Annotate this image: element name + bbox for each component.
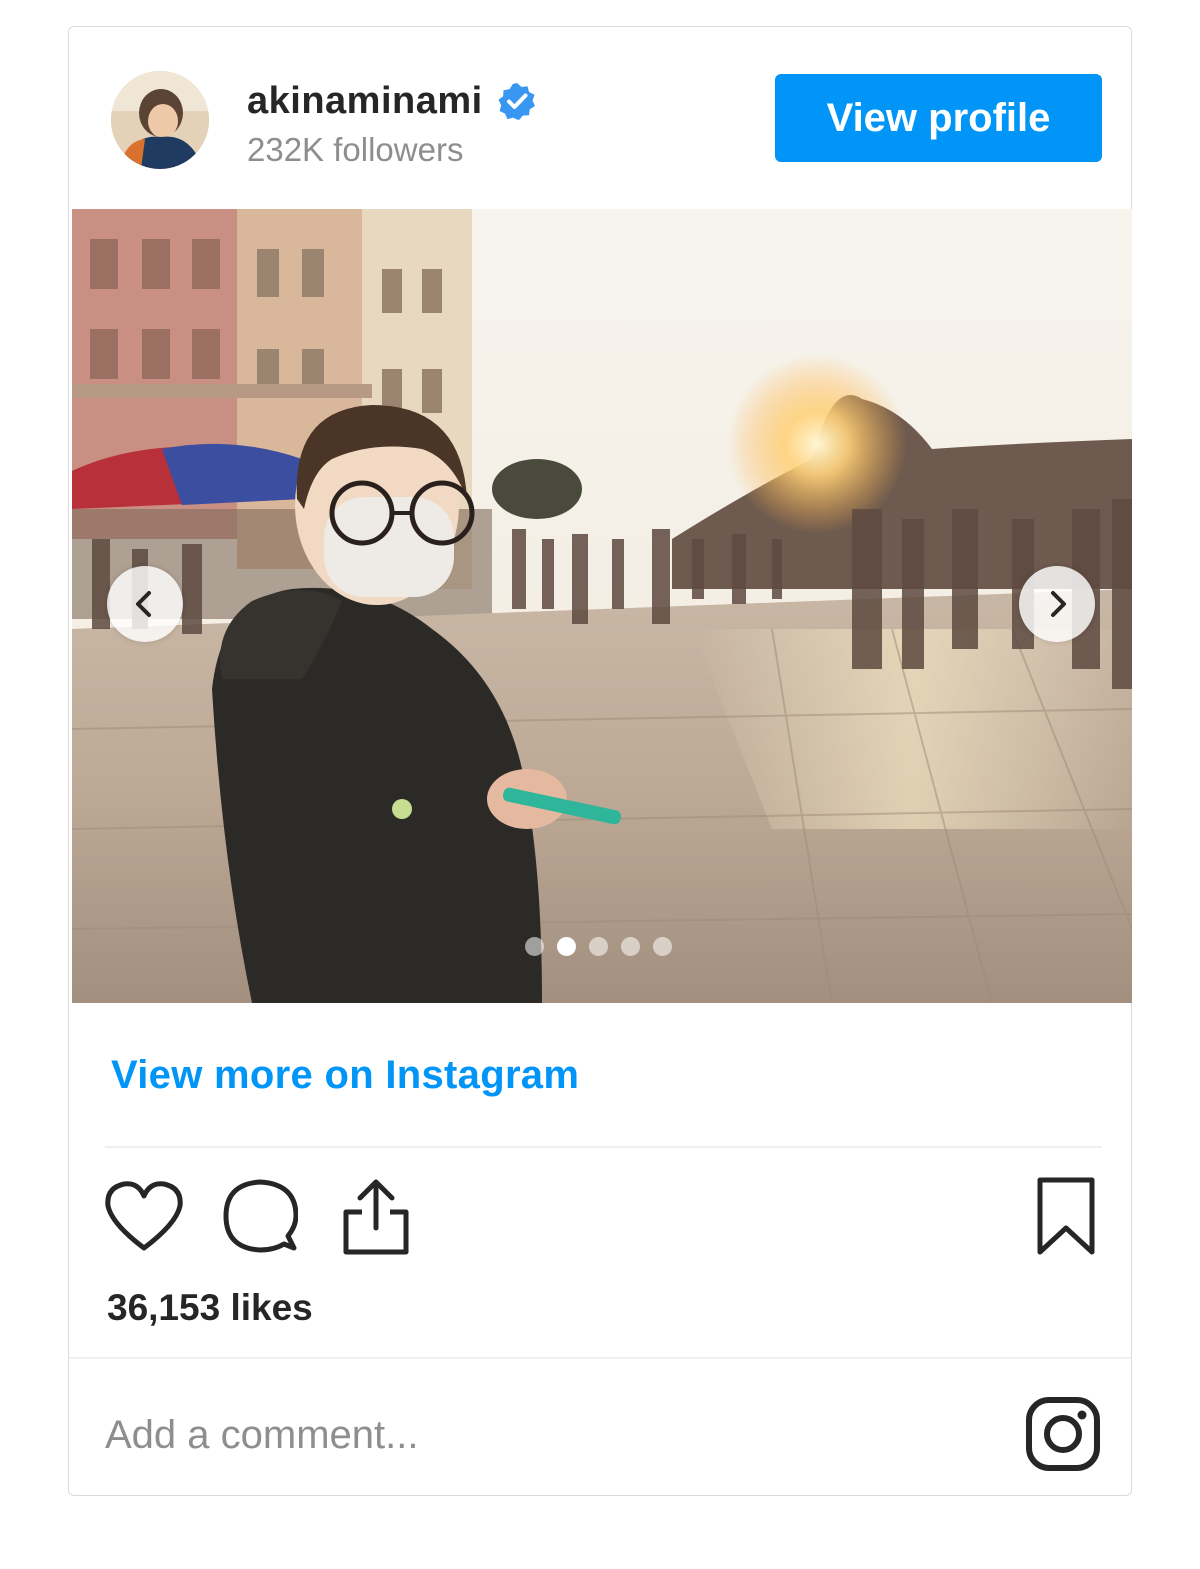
- username[interactable]: akinaminami: [247, 80, 483, 123]
- carousel-next-button[interactable]: [1019, 566, 1095, 642]
- view-more-link[interactable]: View more on Instagram: [111, 1053, 579, 1098]
- carousel-indicator: [525, 937, 672, 956]
- carousel-prev-button[interactable]: [107, 566, 183, 642]
- post-photo[interactable]: [72, 209, 1132, 1003]
- carousel-dot[interactable]: [621, 937, 640, 956]
- divider: [69, 1357, 1131, 1359]
- follower-count: 232K followers: [247, 131, 464, 168]
- share-button[interactable]: [335, 1175, 417, 1257]
- carousel-dot[interactable]: [589, 937, 608, 956]
- like-count: 36,153 likes: [107, 1287, 313, 1328]
- instagram-icon: [1026, 1397, 1100, 1471]
- comment-button[interactable]: [219, 1175, 301, 1257]
- view-profile-button[interactable]: View profile: [775, 74, 1102, 162]
- instagram-embed-card: akinaminami 232K followers View profile: [68, 26, 1132, 1496]
- carousel-dot[interactable]: [557, 937, 576, 956]
- save-button[interactable]: [1025, 1175, 1107, 1257]
- verified-badge-icon: [497, 81, 537, 121]
- comment-icon: [223, 1179, 298, 1253]
- divider: [105, 1146, 1102, 1148]
- heart-icon: [105, 1181, 183, 1251]
- like-button[interactable]: [103, 1175, 185, 1257]
- chevron-right-icon: [1051, 591, 1066, 617]
- carousel-dot[interactable]: [653, 937, 672, 956]
- comment-input[interactable]: [105, 1405, 965, 1465]
- carousel-dot[interactable]: [525, 937, 544, 956]
- username-row: akinaminami: [247, 77, 537, 125]
- share-icon: [343, 1179, 409, 1255]
- action-bar: [103, 1175, 451, 1257]
- instagram-logo-button[interactable]: [1024, 1395, 1102, 1473]
- bookmark-icon: [1037, 1177, 1095, 1255]
- chevron-left-icon: [136, 591, 151, 617]
- avatar[interactable]: [111, 71, 209, 169]
